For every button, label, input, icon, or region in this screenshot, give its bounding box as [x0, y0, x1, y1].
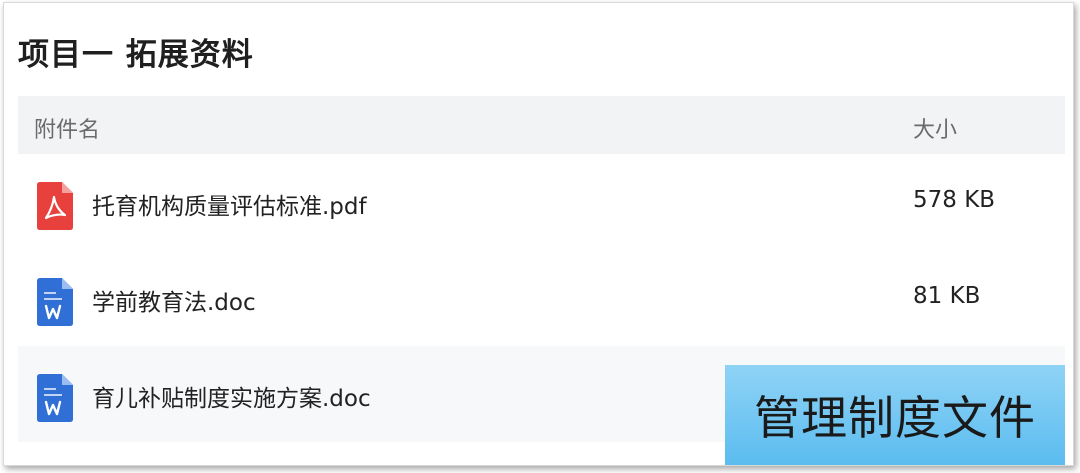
panel-title: 项目一 拓展资料 — [18, 37, 254, 73]
table-row[interactable]: 学前教育法.doc 81 KB — [18, 250, 1065, 346]
file-size: 81 KB — [913, 283, 981, 309]
file-name[interactable]: 学前教育法.doc — [92, 283, 256, 317]
category-label-banner: 管理制度文件 — [725, 365, 1065, 465]
file-size: 578 KB — [913, 187, 996, 213]
table-row[interactable]: 托育机构质量评估标准.pdf 578 KB — [18, 154, 1065, 250]
word-doc-icon — [37, 278, 73, 326]
table-header: 附件名 大小 — [18, 96, 1065, 154]
pdf-file-icon — [37, 182, 73, 230]
file-name[interactable]: 育儿补贴制度实施方案.doc — [92, 379, 371, 413]
file-name[interactable]: 托育机构质量评估标准.pdf — [92, 187, 367, 221]
column-header-size: 大小 — [913, 118, 958, 143]
attachments-panel: 项目一 拓展资料 附件名 大小 托育机构质量评估标准.pdf 578 KB 学前… — [3, 2, 1074, 466]
category-label: 管理制度文件 — [754, 391, 1036, 445]
column-header-name: 附件名 — [34, 118, 101, 143]
word-doc-icon — [37, 374, 73, 422]
